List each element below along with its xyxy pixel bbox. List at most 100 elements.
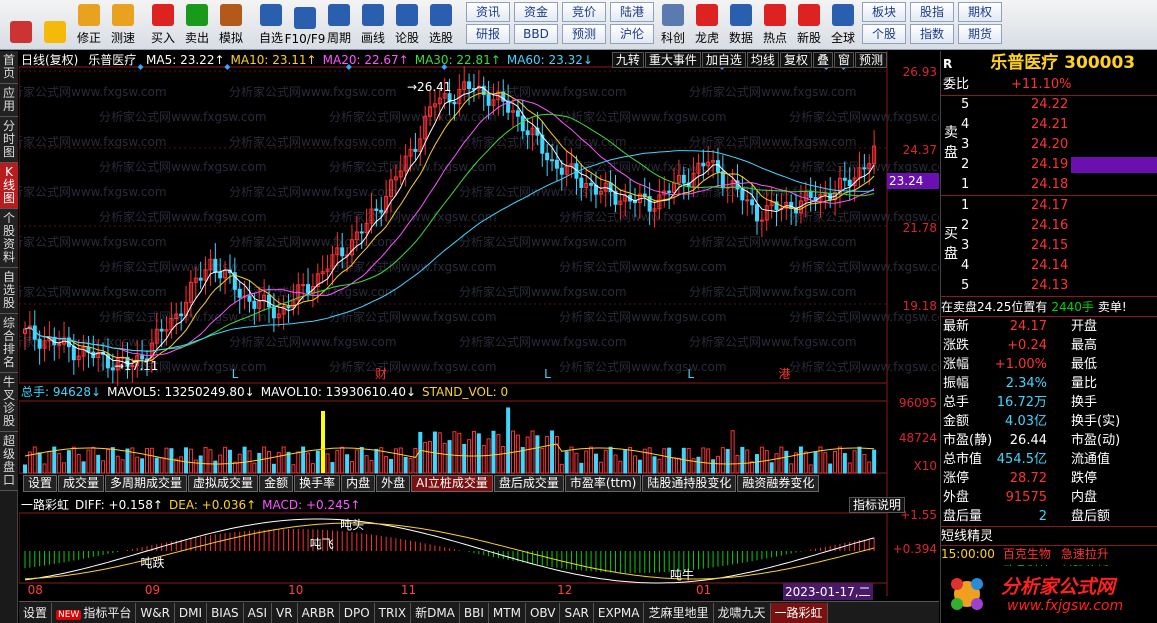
volume-tab[interactable]: 盘后成交量 — [493, 475, 564, 492]
left-tab[interactable]: 首页 — [0, 51, 18, 84]
toolbar-small-button[interactable]: BBD — [514, 24, 558, 44]
volume-bar — [408, 458, 413, 474]
volume-tab[interactable]: 金额 — [259, 475, 294, 492]
toolbar-small-button[interactable]: 期货 — [958, 24, 1002, 44]
toolbar-small-button[interactable]: 沪伦 — [610, 24, 654, 44]
discuss-button[interactable]: 论股 — [390, 0, 424, 48]
pick-stock-button[interactable]: 选股 — [424, 0, 458, 48]
indicator-tab[interactable]: SAR — [560, 602, 594, 623]
indicator-tab[interactable]: 一路彩虹 — [770, 602, 828, 623]
chart-tool-button[interactable]: 九转 — [611, 52, 644, 68]
orderbook-row[interactable]: 3 24.15 — [941, 236, 1157, 256]
volume-tab[interactable]: 成交量 — [58, 475, 105, 492]
short-elf-row[interactable]: 15:00:00 百克生物 急速拉升 — [941, 546, 1157, 563]
toolbar-small-button[interactable]: 竞价 — [562, 2, 606, 22]
indicator-tab[interactable]: 新DMA — [411, 602, 460, 623]
indicator-tab[interactable]: DMI — [175, 602, 208, 623]
data-button[interactable]: 数据 — [724, 0, 758, 48]
chart-tool-button[interactable]: 均线 — [746, 52, 779, 68]
left-tab[interactable]: 超级盘口 — [0, 432, 18, 491]
ipo-button[interactable]: 新股 — [792, 0, 826, 48]
chart-tool-button[interactable]: 窗 — [833, 52, 854, 68]
volume-tab[interactable]: AI立桩成交量 — [411, 475, 493, 492]
indicator-tab[interactable]: EXPMA — [594, 602, 645, 623]
orderbook-row[interactable]: 3 24.20 — [941, 135, 1157, 155]
left-tab[interactable]: 自选股 — [0, 268, 18, 314]
orderbook-row[interactable]: 1 24.17 — [941, 196, 1157, 216]
star-market-button[interactable]: 科创 — [656, 0, 690, 48]
indicator-tab[interactable]: BIAS — [207, 602, 244, 623]
chart-tool-button[interactable]: 重大事件 — [644, 52, 701, 68]
chart-tool-button[interactable]: 叠 — [812, 52, 833, 68]
volume-tab[interactable]: 换手率 — [294, 475, 341, 492]
volume-tab[interactable]: 多周期成交量 — [105, 475, 188, 492]
chart-tool-button[interactable]: 加自选 — [701, 52, 746, 68]
period-button[interactable]: 周期 — [322, 0, 356, 48]
toolbar-small-button[interactable]: 研报 — [466, 24, 510, 44]
indicator-tab[interactable]: 龙啸九天 — [714, 602, 771, 623]
volume-tab[interactable]: 内盘 — [341, 475, 376, 492]
short-elf-title[interactable]: 短线精灵 — [941, 526, 1157, 546]
volume-tab[interactable]: 设置 — [23, 475, 58, 492]
indicator-tab[interactable]: 芝麻里地里 — [644, 602, 714, 623]
kline-chart-area[interactable]: 分析家公式网www.fxgsw.com 分析家公式网www.fxgsw.com 分析… — [19, 51, 939, 600]
indicator-tab[interactable]: VR — [272, 602, 298, 623]
indicator-tab[interactable]: NEW 指标平台 — [52, 602, 137, 623]
volume-bar — [321, 411, 325, 473]
left-tab[interactable]: K线图 — [0, 163, 18, 209]
indicator-tab[interactable]: ARBR — [298, 602, 340, 623]
back-arrow-button[interactable] — [38, 0, 72, 48]
volume-header: 总手: 94628↓ MAVOL5: 13250249.80↓ MAVOL10: 1… — [21, 384, 514, 400]
f10-button[interactable]: F10/F9 — [285, 0, 325, 48]
left-tab[interactable]: 个股资料 — [0, 209, 18, 268]
dragon-tiger-button[interactable]: 龙虎 — [690, 0, 724, 48]
volume-tab[interactable]: 陆股通持股变化 — [642, 475, 737, 492]
toolbar-small-button[interactable]: 期权 — [958, 2, 1002, 22]
buy-button[interactable]: 买入 — [146, 0, 180, 48]
volume-tab[interactable]: 外盘 — [376, 475, 411, 492]
sell-button[interactable]: 卖出 — [180, 0, 214, 48]
orderbook-row[interactable]: 5 24.22 — [941, 95, 1157, 115]
toolbar-small-button[interactable]: 资金 — [514, 2, 558, 22]
indicator-tab[interactable]: BBI — [460, 602, 489, 623]
orderbook-row[interactable]: 4 24.14 — [941, 256, 1157, 276]
indicator-tab[interactable]: 设置 — [19, 602, 53, 623]
volume-tab[interactable]: 虚拟成交量 — [188, 475, 259, 492]
toolbar-small-button[interactable]: 预测 — [562, 24, 606, 44]
orderbook-row[interactable]: 4 24.21 — [941, 115, 1157, 135]
orderbook-row[interactable]: 5 24.13 — [941, 276, 1157, 296]
candle-body — [515, 110, 520, 117]
indicator-tab[interactable]: MTM — [489, 602, 526, 623]
hotspot-button[interactable]: 热点 — [758, 0, 792, 48]
left-tab[interactable]: 分时图 — [0, 117, 18, 163]
orderbook-row[interactable]: 2 24.16 — [941, 216, 1157, 236]
speedtest-button[interactable]: 测速 — [106, 0, 140, 48]
indicator-tab[interactable]: TRIX — [375, 602, 412, 623]
home-grid-button[interactable] — [4, 0, 38, 48]
left-tab[interactable]: 应用 — [0, 84, 18, 117]
orderbook-row[interactable]: 2 24.19 — [941, 155, 1157, 175]
orderbook-row[interactable]: 1 24.18 — [941, 175, 1157, 195]
indicator-tab[interactable]: ASI — [244, 602, 273, 623]
toolbar-small-button[interactable]: 个股 — [862, 24, 906, 44]
candle-body — [159, 328, 164, 332]
simulate-button[interactable]: 模拟 — [214, 0, 248, 48]
left-tab[interactable]: 综合排名 — [0, 314, 18, 373]
chart-tool-button[interactable]: 复权 — [779, 52, 812, 68]
draw-button[interactable]: 画线 — [356, 0, 390, 48]
indicator-tab[interactable]: W&R — [136, 602, 175, 623]
volume-tab[interactable]: 市盈率(ttm) — [564, 475, 642, 492]
volume-tab[interactable]: 融资融券变化 — [737, 475, 820, 492]
indicator-tab[interactable]: DPO — [340, 602, 375, 623]
toolbar-small-button[interactable]: 股指 — [910, 2, 954, 22]
watchlist-button[interactable]: 自选 — [254, 0, 288, 48]
toolbar-small-button[interactable]: 陆港 — [610, 2, 654, 22]
toolbar-small-button[interactable]: 板块 — [862, 2, 906, 22]
correct-button[interactable]: 修正 — [72, 0, 106, 48]
toolbar-small-button[interactable]: 资讯 — [466, 2, 510, 22]
left-tab[interactable]: 牛叉诊股 — [0, 373, 18, 432]
chart-tool-button[interactable]: 预测 — [854, 52, 887, 68]
toolbar-small-button[interactable]: 指数 — [910, 24, 954, 44]
global-button[interactable]: 全球 — [826, 0, 860, 48]
indicator-tab[interactable]: OBV — [526, 602, 561, 623]
